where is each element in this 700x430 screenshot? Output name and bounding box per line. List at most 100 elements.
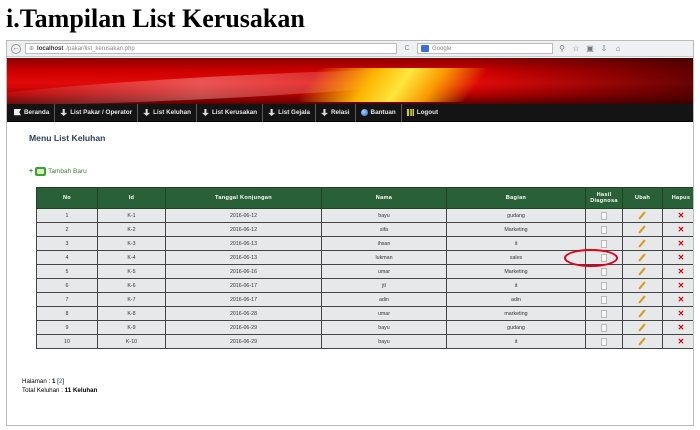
- document-icon[interactable]: [601, 323, 607, 332]
- reload-icon[interactable]: C: [401, 45, 413, 52]
- menu-item-label: List Pakar / Operator: [70, 109, 133, 116]
- pencil-icon[interactable]: [638, 323, 647, 332]
- table-row: 6 K-6 2016-06-17 jtl it ✕: [36, 278, 693, 293]
- cell-date: 2016-06-16: [165, 264, 322, 279]
- menu-item-list-keluhan[interactable]: List Keluhan: [138, 103, 197, 122]
- star-icon[interactable]: ☆: [571, 44, 581, 54]
- globe-icon: [360, 109, 368, 116]
- table-body: 1 K-1 2016-06-12 bayu gudang ✕ 2 K-2 2016-06-12 s…: [36, 208, 693, 349]
- cell-department: Marketing: [446, 222, 586, 237]
- menu-item-label: List Gejala: [278, 109, 310, 116]
- cell-department: adin: [446, 292, 586, 307]
- delete-icon[interactable]: ✕: [678, 267, 685, 276]
- menu-item-label: List Keluhan: [153, 109, 191, 116]
- cell-delete: ✕: [662, 208, 693, 223]
- cell-edit: [622, 320, 663, 335]
- cell-name: adin: [321, 292, 447, 307]
- menu-item-relasi[interactable]: Relasi: [316, 103, 356, 122]
- cell-department: it: [446, 236, 586, 251]
- main-content: Menu List Keluhan + Tambah Baru No Id Ta…: [29, 133, 693, 349]
- table-row: 9 K-9 2016-06-29 bayu gudang ✕: [36, 320, 693, 335]
- column-header: Nama: [321, 187, 447, 209]
- menu-item-list-pakar[interactable]: List Pakar / Operator: [55, 103, 139, 122]
- cell-delete: ✕: [662, 306, 693, 321]
- column-header: Id: [97, 187, 166, 209]
- column-header: Ubah: [622, 187, 663, 209]
- cell-delete: ✕: [662, 264, 693, 279]
- current-page: 1: [51, 378, 56, 385]
- cell-diagnosis: [585, 292, 623, 307]
- pencil-icon[interactable]: [638, 267, 647, 276]
- menu-item-beranda[interactable]: Beranda: [9, 103, 56, 122]
- cell-edit: [622, 236, 663, 251]
- pencil-icon[interactable]: [638, 337, 647, 346]
- pencil-icon[interactable]: [638, 309, 647, 318]
- menu-item-label: Relasi: [330, 109, 350, 116]
- add-new-button[interactable]: + Tambah Baru: [29, 167, 87, 176]
- clipboard-icon[interactable]: ▣: [585, 44, 595, 54]
- delete-icon[interactable]: ✕: [678, 295, 685, 304]
- cell-id: K-3: [97, 236, 166, 251]
- pin-icon: [201, 109, 209, 116]
- menu-item-logout[interactable]: Logout: [402, 104, 443, 122]
- pagination-label: Halaman :: [22, 378, 51, 385]
- pencil-icon[interactable]: [638, 253, 647, 262]
- back-arrow-icon[interactable]: ←: [11, 43, 21, 54]
- address-bar[interactable]: ⊕ localhost/pakar/list_kerusakan.php: [25, 43, 397, 54]
- cell-diagnosis: [585, 222, 623, 237]
- menu-item-list-gejala[interactable]: List Gejala: [263, 103, 316, 122]
- menu-item-list-kerusakan[interactable]: List Kerusakan: [197, 103, 264, 122]
- url-path: /pakar/list_kerusakan.php: [66, 45, 135, 52]
- table-row: 10 K-10 2016-06-29 bayu it ✕: [36, 334, 693, 349]
- delete-icon[interactable]: ✕: [678, 211, 685, 220]
- document-icon[interactable]: [601, 267, 607, 276]
- cell-name: jtl: [321, 278, 447, 293]
- delete-icon[interactable]: ✕: [678, 281, 685, 290]
- document-icon[interactable]: [601, 309, 607, 318]
- cell-date: 2016-06-28: [165, 306, 322, 321]
- search-icon[interactable]: ⚲: [557, 44, 567, 54]
- cell-department: marketing: [446, 306, 586, 321]
- document-icon[interactable]: [601, 281, 607, 290]
- pencil-icon[interactable]: [638, 281, 647, 290]
- column-header: No: [36, 187, 98, 209]
- pencil-icon[interactable]: [638, 225, 647, 234]
- pencil-icon[interactable]: [638, 211, 647, 220]
- delete-icon[interactable]: ✕: [678, 253, 685, 262]
- page-title: Menu List Keluhan: [29, 133, 106, 143]
- cell-delete: ✕: [662, 250, 693, 265]
- home-icon[interactable]: ⌂: [613, 44, 623, 54]
- banner-shade: [477, 58, 693, 104]
- cell-delete: ✕: [662, 222, 693, 237]
- search-input[interactable]: Google: [417, 43, 553, 54]
- menu-item-label: List Kerusakan: [211, 109, 258, 116]
- cell-department: Marketing: [446, 264, 586, 279]
- plus-icon: +: [29, 168, 34, 175]
- document-icon[interactable]: [601, 225, 607, 234]
- cell-name: bayu: [321, 320, 447, 335]
- cell-date: 2016-06-12: [165, 222, 322, 237]
- cell-edit: [622, 292, 663, 307]
- cell-no: 5: [36, 264, 98, 279]
- menu-item-bantuan[interactable]: Bantuan: [356, 103, 402, 122]
- delete-icon[interactable]: ✕: [678, 239, 685, 248]
- download-icon[interactable]: ⇩: [599, 44, 609, 54]
- document-icon[interactable]: [601, 239, 607, 248]
- pencil-icon[interactable]: [638, 239, 647, 248]
- cell-date: 2016-06-29: [165, 320, 322, 335]
- cell-no: 4: [36, 250, 98, 265]
- delete-icon[interactable]: ✕: [678, 337, 685, 346]
- complaint-table: No Id Tanggal Konjungan Nama Bagian Hasi…: [36, 187, 693, 349]
- cell-id: K-10: [97, 334, 166, 349]
- delete-icon[interactable]: ✕: [678, 323, 685, 332]
- pencil-icon[interactable]: [638, 295, 647, 304]
- delete-icon[interactable]: ✕: [678, 309, 685, 318]
- cell-edit: [622, 278, 663, 293]
- cell-no: 6: [36, 278, 98, 293]
- document-icon[interactable]: [601, 337, 607, 346]
- document-icon[interactable]: [601, 211, 607, 220]
- document-icon[interactable]: [601, 295, 607, 304]
- delete-icon[interactable]: ✕: [678, 225, 685, 234]
- pin-icon: [60, 109, 68, 116]
- cell-date: 2016-06-13: [165, 236, 322, 251]
